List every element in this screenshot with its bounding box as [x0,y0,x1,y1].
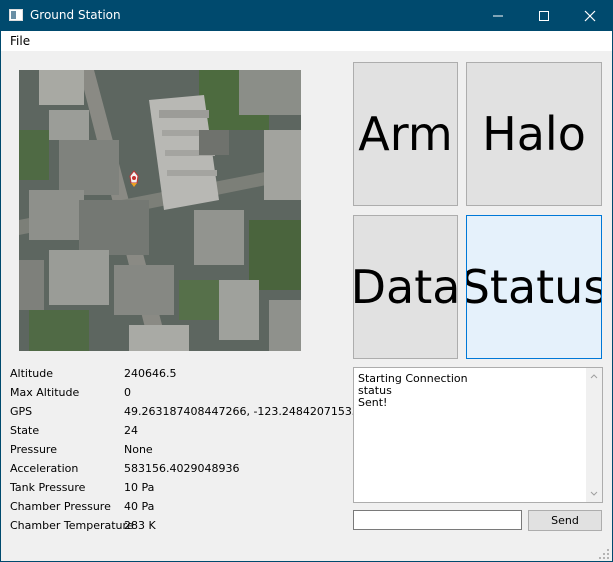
telemetry-label: Tank Pressure [10,481,86,494]
telemetry-label: Altitude [10,367,53,380]
resize-grip-icon[interactable] [598,548,610,560]
close-icon [584,10,596,21]
telemetry-value: 283 K [124,519,156,532]
telemetry-value: 24 [124,424,138,437]
console-scrollbar[interactable] [586,368,602,502]
console-output[interactable]: Starting Connection status Sent! [353,367,603,503]
menu-bar: File [1,31,612,51]
telemetry-value: 40 Pa [124,500,155,513]
window-title: Ground Station [30,8,121,22]
rocket-marker-icon [129,170,139,187]
console-line: Sent! [358,396,388,409]
telemetry-value: 49.263187408447266, -123.24842071533203 [124,405,380,418]
close-button[interactable] [567,0,613,31]
status-button[interactable]: Status [466,215,602,359]
title-bar[interactable]: Ground Station [0,0,613,31]
satellite-map[interactable] [19,70,301,351]
telemetry-label: Chamber Pressure [10,500,111,513]
chevron-down-icon [590,491,598,496]
file-menu[interactable]: File [10,34,30,48]
map-imagery [19,70,301,351]
scroll-down-button[interactable] [586,486,602,502]
send-button[interactable]: Send [528,510,602,531]
halo-button[interactable]: Halo [466,62,602,206]
data-button[interactable]: Data [353,215,458,359]
minimize-icon [493,15,503,16]
telemetry-label: Pressure [10,443,57,456]
scroll-up-button[interactable] [586,368,602,384]
telemetry-value: 240646.5 [124,367,177,380]
telemetry-label: Chamber Temperature [10,519,134,532]
telemetry-value: 10 Pa [124,481,155,494]
command-input[interactable] [353,510,522,530]
telemetry-label: Acceleration [10,462,79,475]
maximize-button[interactable] [521,0,567,31]
app-window-icon [9,9,23,21]
telemetry-label: Max Altitude [10,386,80,399]
maximize-icon [539,10,549,21]
chevron-up-icon [590,374,598,379]
telemetry-value: 583156.4029048936 [124,462,240,475]
telemetry-value: 0 [124,386,131,399]
telemetry-value: None [124,443,153,456]
minimize-button[interactable] [475,0,521,31]
console-lines: Starting Connection status Sent! [358,373,468,409]
telemetry-label: GPS [10,405,33,418]
arm-button[interactable]: Arm [353,62,458,206]
telemetry-label: State [10,424,40,437]
